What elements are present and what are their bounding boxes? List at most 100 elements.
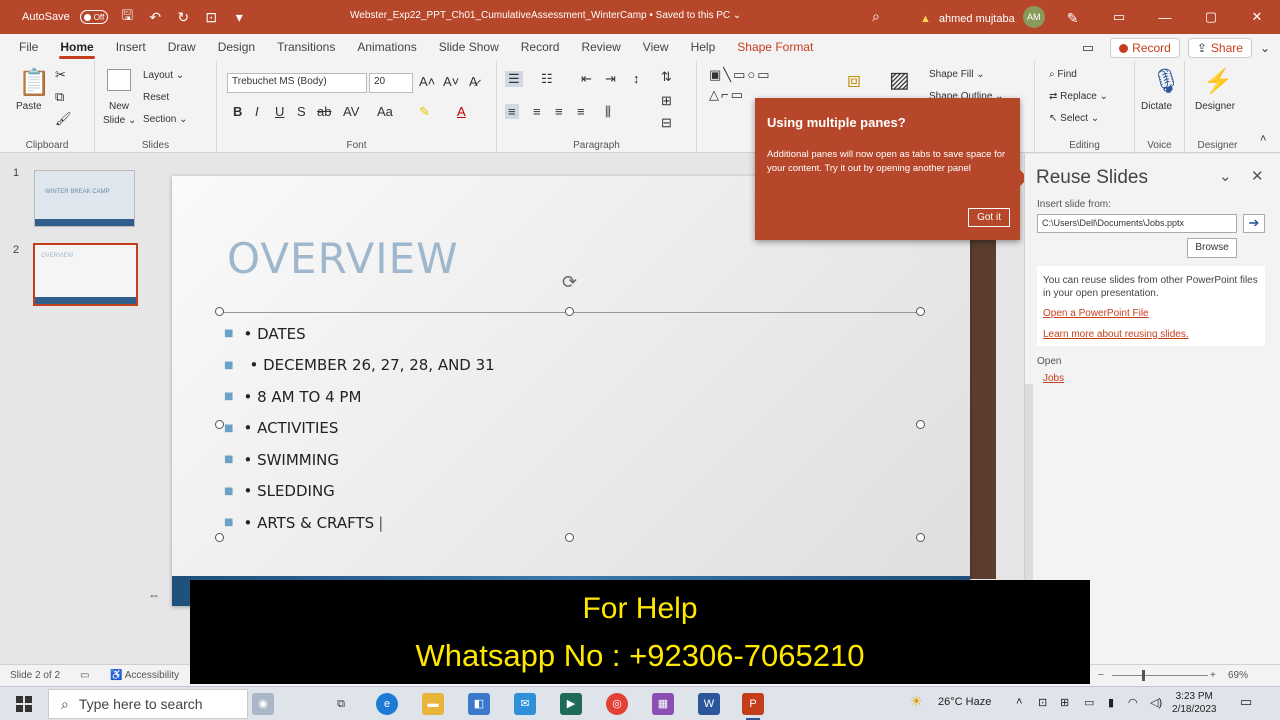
accessibility-button[interactable]: ♿ Accessibility xyxy=(110,670,179,681)
store-icon[interactable]: ◧ xyxy=(468,693,490,715)
close-icon[interactable]: ✕ xyxy=(1234,9,1280,25)
new-slide-dropdown[interactable]: Slide ⌄ xyxy=(103,115,136,126)
search-icon[interactable]: ⌕ xyxy=(872,8,880,25)
zoom-level[interactable]: 69% xyxy=(1228,670,1248,681)
go-arrow-icon[interactable]: ➔ xyxy=(1243,214,1265,233)
arrange-icon[interactable]: ⧈ xyxy=(847,67,861,93)
zoom-in-icon[interactable]: + xyxy=(1210,670,1216,681)
bullet-list[interactable]: ■ • DATES ■ • DECEMBER 26, 27, 28, AND 31 … xyxy=(224,318,495,539)
resize-handle-tc[interactable] xyxy=(565,307,574,316)
justify-icon[interactable]: ≡ xyxy=(577,104,585,119)
system-clock[interactable]: 3:23 PM 2/18/2023 xyxy=(1172,690,1217,716)
line-spacing-icon[interactable]: ↕ xyxy=(633,71,640,86)
paste-button[interactable]: Paste xyxy=(16,101,42,112)
slide-canvas[interactable]: OVERVIEW ⟳ ■ • DATES ■ • DECEMBER 26, 27, … xyxy=(172,176,970,606)
display-icon[interactable]: ▭ xyxy=(1084,696,1094,709)
zoom-slider[interactable] xyxy=(1112,675,1208,676)
zoom-out-icon[interactable]: − xyxy=(1098,670,1104,681)
ribbon-display-icon[interactable]: ▭ xyxy=(1096,9,1142,25)
highlight-icon[interactable]: ✎ xyxy=(419,104,430,120)
taskbar-search-box[interactable]: ⌕ Type here to search xyxy=(48,689,248,719)
open-powerpoint-file-link[interactable]: Open a PowerPoint File xyxy=(1043,308,1149,319)
undo-icon[interactable]: ↶ xyxy=(146,9,164,26)
learn-more-link[interactable]: Learn more about reusing slides. xyxy=(1043,329,1189,340)
new-slide-icon[interactable] xyxy=(107,69,131,91)
copy-icon[interactable]: ⧉ xyxy=(55,89,64,105)
designer-icon[interactable]: ⚡ xyxy=(1203,67,1233,96)
shape-fill-button[interactable]: Shape Fill ⌄ xyxy=(929,69,985,80)
pane-scrollbar[interactable] xyxy=(1025,384,1033,584)
word-icon[interactable]: W xyxy=(698,693,720,715)
app-icon[interactable]: ▶ xyxy=(560,693,582,715)
designer-button[interactable]: Designer xyxy=(1195,101,1235,112)
bullet-item[interactable]: ■ • ARTS & CRAFTS | xyxy=(224,507,495,539)
font-size-select[interactable]: 20 xyxy=(369,73,413,93)
select-button[interactable]: ↖ Select ⌄ xyxy=(1049,113,1099,124)
tray-app-icon[interactable]: ⊡ xyxy=(1038,696,1047,709)
font-color-icon[interactable]: A xyxy=(457,104,466,119)
chrome-icon[interactable]: ◎ xyxy=(606,693,628,715)
underline-icon[interactable]: U xyxy=(275,104,284,119)
ribbon-expand-icon[interactable]: ⌄ xyxy=(1260,41,1270,55)
notes-icon[interactable]: ▭ xyxy=(80,670,89,681)
customize-qat-icon[interactable]: ▾ xyxy=(230,9,248,26)
layout-button[interactable]: Layout ⌄ xyxy=(143,70,184,81)
slide-thumbnail-2[interactable]: OVERVIEW xyxy=(33,243,138,306)
smartart-icon[interactable]: ⊟ xyxy=(661,115,672,131)
text-direction-icon[interactable]: ⇅ xyxy=(661,69,672,85)
got-it-button[interactable]: Got it xyxy=(968,208,1010,227)
show-hidden-icons[interactable]: ˄ xyxy=(1016,696,1022,708)
section-button[interactable]: Section ⌄ xyxy=(143,114,188,125)
resize-handle-tr[interactable] xyxy=(916,307,925,316)
present-icon[interactable]: ⊡ xyxy=(202,9,220,26)
zoom-slider-thumb[interactable] xyxy=(1142,670,1145,681)
tab-design[interactable]: Design xyxy=(207,34,266,61)
resize-handle-bc[interactable] xyxy=(565,533,574,542)
italic-icon[interactable]: I xyxy=(255,104,259,119)
pen-icon[interactable]: ✎ xyxy=(1067,10,1079,27)
tab-view[interactable]: View xyxy=(632,34,680,61)
change-case-icon[interactable]: Aa xyxy=(377,104,393,119)
tab-review[interactable]: Review xyxy=(570,34,631,61)
comments-icon[interactable]: ▭ xyxy=(1082,40,1094,56)
strikethrough-icon[interactable]: ab xyxy=(317,104,331,119)
bullet-item[interactable]: ■ • SLEDDING xyxy=(224,476,495,508)
user-account[interactable]: ▲ ahmed mujtaba AM ✎ xyxy=(920,6,1079,28)
tab-help[interactable]: Help xyxy=(680,34,727,61)
volume-icon[interactable]: ◁) xyxy=(1150,696,1162,709)
find-button[interactable]: ⌕ Find xyxy=(1049,69,1077,80)
shadow-icon[interactable]: S xyxy=(297,104,306,119)
tab-slide-show[interactable]: Slide Show xyxy=(428,34,510,61)
tab-record[interactable]: Record xyxy=(510,34,571,61)
slide-resize-icon[interactable]: ⇔ xyxy=(148,588,160,602)
shapes-gallery-row2-icon[interactable]: △⌐▭ xyxy=(709,87,745,103)
resize-handle-mr[interactable] xyxy=(916,420,925,429)
edge-icon[interactable]: e xyxy=(376,693,398,715)
file-path-input[interactable]: C:\Users\Dell\Documents\Jobs.pptx xyxy=(1037,214,1237,233)
autosave-toggle[interactable]: Off xyxy=(79,10,109,24)
align-text-icon[interactable]: ⊞ xyxy=(661,93,672,109)
resize-handle-ml[interactable] xyxy=(215,420,224,429)
shapes-gallery-icon[interactable]: ▣╲▭○▭ xyxy=(709,67,772,83)
save-icon[interactable]: 🖫 xyxy=(118,5,136,29)
pane-close-icon[interactable]: ✕ xyxy=(1251,167,1264,185)
increase-font-icon[interactable]: A˄ xyxy=(419,74,435,89)
resize-handle-tl[interactable] xyxy=(215,307,224,316)
tab-insert[interactable]: Insert xyxy=(105,34,157,61)
wifi-icon[interactable]: ◠ xyxy=(1128,696,1138,709)
weather-icon[interactable]: ☀ xyxy=(910,693,923,710)
mail-icon[interactable]: ✉ xyxy=(514,693,536,715)
weather-text[interactable]: 26°C Haze xyxy=(938,696,991,708)
battery-icon[interactable]: ▮ xyxy=(1108,696,1114,709)
microphone-icon[interactable]: 🎙 xyxy=(1151,67,1181,96)
resize-handle-bl[interactable] xyxy=(215,533,224,542)
pane-options-icon[interactable]: ⌄ xyxy=(1219,167,1232,185)
tab-home[interactable]: Home xyxy=(49,34,104,61)
paste-icon[interactable]: 📋 xyxy=(18,67,50,98)
file-explorer-icon[interactable]: ▬ xyxy=(422,693,444,715)
tab-transitions[interactable]: Transitions xyxy=(266,34,346,61)
new-slide-button[interactable]: New xyxy=(109,101,129,112)
bullet-item[interactable]: ■ • DATES xyxy=(224,318,495,350)
align-right-icon[interactable]: ≡ xyxy=(555,104,563,119)
slide-thumbnail-1[interactable]: WINTER BREAK CAMP xyxy=(34,170,135,227)
